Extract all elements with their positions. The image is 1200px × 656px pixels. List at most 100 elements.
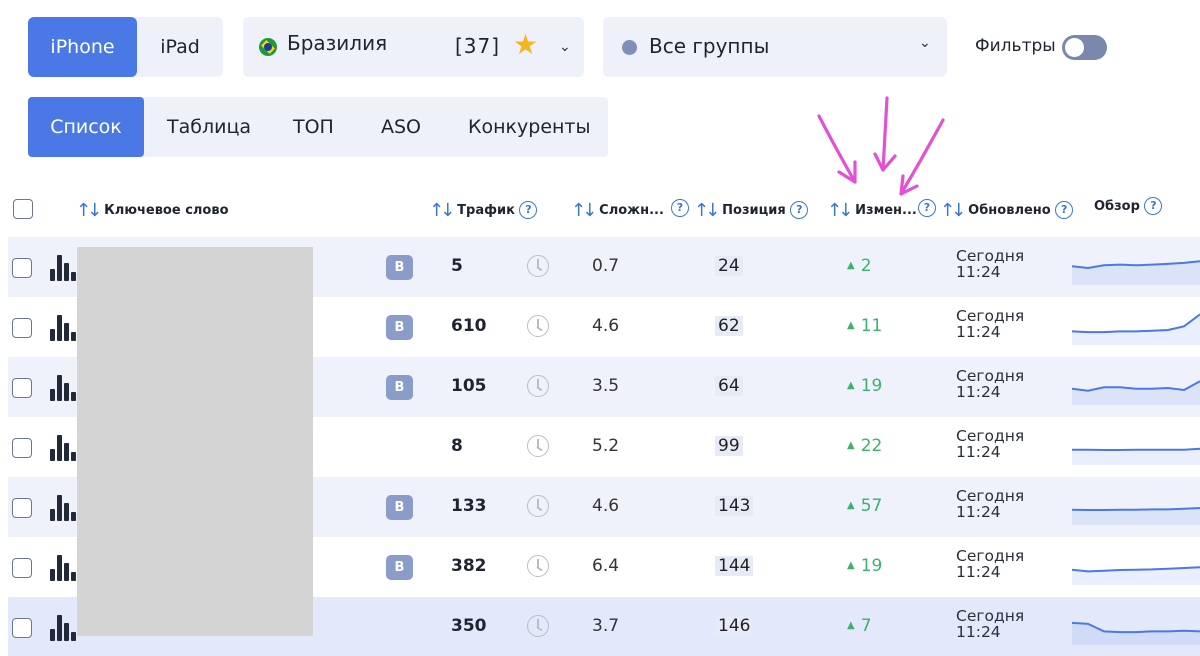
trend-sparkline[interactable]	[1072, 251, 1200, 285]
stats-icon[interactable]	[50, 315, 76, 341]
sort-icon: ↑↓	[694, 200, 720, 221]
tab-aso[interactable]: ASO	[381, 97, 421, 157]
change-value: ▲ 11	[847, 316, 882, 336]
stats-icon[interactable]	[50, 495, 76, 521]
stats-icon[interactable]	[50, 255, 76, 281]
col-traffic-label: Трафик	[457, 203, 515, 218]
row-checkbox[interactable]	[12, 498, 32, 518]
col-position-label: Позиция	[722, 203, 786, 218]
row-checkbox[interactable]	[12, 558, 32, 578]
col-updated[interactable]: ↑↓ Обновлено ?	[940, 198, 1074, 221]
country-count: [37]	[455, 34, 501, 58]
traffic-value: 133	[451, 496, 487, 516]
select-all-checkbox[interactable]	[13, 199, 33, 219]
help-icon[interactable]: ?	[1144, 197, 1163, 215]
difficulty-value: 3.5	[592, 376, 620, 396]
sort-icon: ↑↓	[76, 200, 102, 221]
filters-label: Фильтры	[975, 36, 1056, 56]
country-name: Бразилия	[287, 31, 388, 55]
updated-value: Сегодня 11:24	[956, 428, 1024, 460]
updated-value: Сегодня 11:24	[956, 248, 1024, 280]
col-difficulty[interactable]: ↑↓ Сложн...	[571, 198, 664, 221]
updated-time: 11:24	[956, 623, 1001, 641]
difficulty-value: 6.4	[592, 556, 620, 576]
trend-sparkline[interactable]	[1072, 611, 1200, 645]
row-checkbox[interactable]	[12, 378, 32, 398]
sparkline-line	[1072, 507, 1200, 511]
help-icon[interactable]: ?	[671, 199, 689, 217]
change-number: 57	[860, 496, 883, 516]
tab-ipad[interactable]: iPad	[137, 17, 223, 77]
help-icon[interactable]: ?	[1055, 201, 1074, 219]
col-change[interactable]: ↑↓ Измен...	[827, 198, 917, 221]
keyword-badge: B	[386, 495, 413, 520]
change-value: ▲ 19	[847, 376, 882, 396]
updated-time: 11:24	[956, 563, 1001, 581]
trend-sparkline[interactable]	[1072, 491, 1200, 525]
stats-icon[interactable]	[50, 555, 76, 581]
favorite-star-icon[interactable]: ★	[513, 31, 538, 59]
col-keyword[interactable]: ↑↓ Ключевое слово	[76, 198, 229, 221]
up-triangle-icon: ▲	[847, 260, 855, 271]
filters-toggle[interactable]	[1062, 35, 1107, 60]
sort-icon: ↑↓	[571, 200, 597, 221]
history-icon[interactable]	[527, 435, 549, 457]
stats-icon[interactable]	[50, 375, 76, 401]
change-value: ▲ 19	[847, 556, 882, 576]
trend-sparkline[interactable]	[1072, 311, 1200, 345]
help-icon[interactable]: ?	[519, 201, 538, 219]
sparkline-area	[1072, 448, 1200, 465]
sort-icon: ↑↓	[429, 200, 455, 221]
keyword-badge: B	[386, 255, 413, 280]
traffic-value: 610	[451, 316, 487, 336]
row-checkbox[interactable]	[12, 438, 32, 458]
change-number: 2	[860, 256, 872, 276]
trend-sparkline[interactable]	[1072, 371, 1200, 405]
row-checkbox[interactable]	[12, 618, 32, 638]
tab-iphone[interactable]: iPhone	[28, 17, 137, 77]
position-value: 24	[715, 256, 743, 276]
groups-label: Все группы	[649, 34, 770, 58]
sort-icon: ↑↓	[827, 200, 853, 221]
sparkline-area	[1072, 314, 1200, 345]
col-difficulty-label: Сложн...	[599, 203, 664, 218]
country-select[interactable]: Бразилия [37] ★ ⌄	[243, 17, 584, 77]
history-icon[interactable]	[527, 495, 549, 517]
tab-list[interactable]: Список	[28, 97, 144, 157]
tab-table[interactable]: Таблица	[167, 97, 251, 157]
up-triangle-icon: ▲	[847, 620, 855, 631]
difficulty-value: 5.2	[592, 436, 620, 456]
group-color-dot	[622, 40, 637, 55]
position-value: 99	[715, 436, 743, 456]
stats-icon[interactable]	[50, 615, 76, 641]
help-icon[interactable]: ?	[918, 199, 936, 217]
trend-sparkline[interactable]	[1072, 431, 1200, 465]
trend-sparkline[interactable]	[1072, 551, 1200, 585]
col-change-label: Измен...	[855, 203, 917, 218]
history-icon[interactable]	[527, 375, 549, 397]
tab-top[interactable]: ТОП	[293, 97, 334, 157]
tab-competitors[interactable]: Конкуренты	[468, 97, 591, 157]
up-triangle-icon: ▲	[847, 560, 855, 571]
sparkline-line	[1072, 447, 1200, 451]
change-number: 19	[860, 556, 883, 576]
keyword-badge: B	[386, 555, 413, 580]
traffic-value: 350	[451, 616, 487, 636]
device-switch: iPhone iPad	[28, 17, 223, 77]
history-icon[interactable]	[527, 315, 549, 337]
keyword-badge: B	[386, 375, 413, 400]
history-icon[interactable]	[527, 255, 549, 277]
groups-select[interactable]: Все группы ⌄	[603, 17, 947, 77]
col-position[interactable]: ↑↓ Позиция ?	[694, 198, 809, 221]
row-checkbox[interactable]	[12, 258, 32, 278]
chevron-down-icon: ⌄	[919, 35, 931, 51]
stats-icon[interactable]	[50, 435, 76, 461]
updated-value: Сегодня 11:24	[956, 368, 1024, 400]
col-traffic[interactable]: ↑↓ Трафик ?	[429, 198, 538, 221]
row-checkbox[interactable]	[12, 318, 32, 338]
history-icon[interactable]	[527, 555, 549, 577]
table-header: ↑↓ Ключевое слово ↑↓ Трафик ? ↑↓ Сложн... ?…	[0, 186, 1200, 232]
help-icon[interactable]: ?	[790, 201, 809, 219]
history-icon[interactable]	[527, 615, 549, 637]
difficulty-value: 3.7	[592, 616, 620, 636]
